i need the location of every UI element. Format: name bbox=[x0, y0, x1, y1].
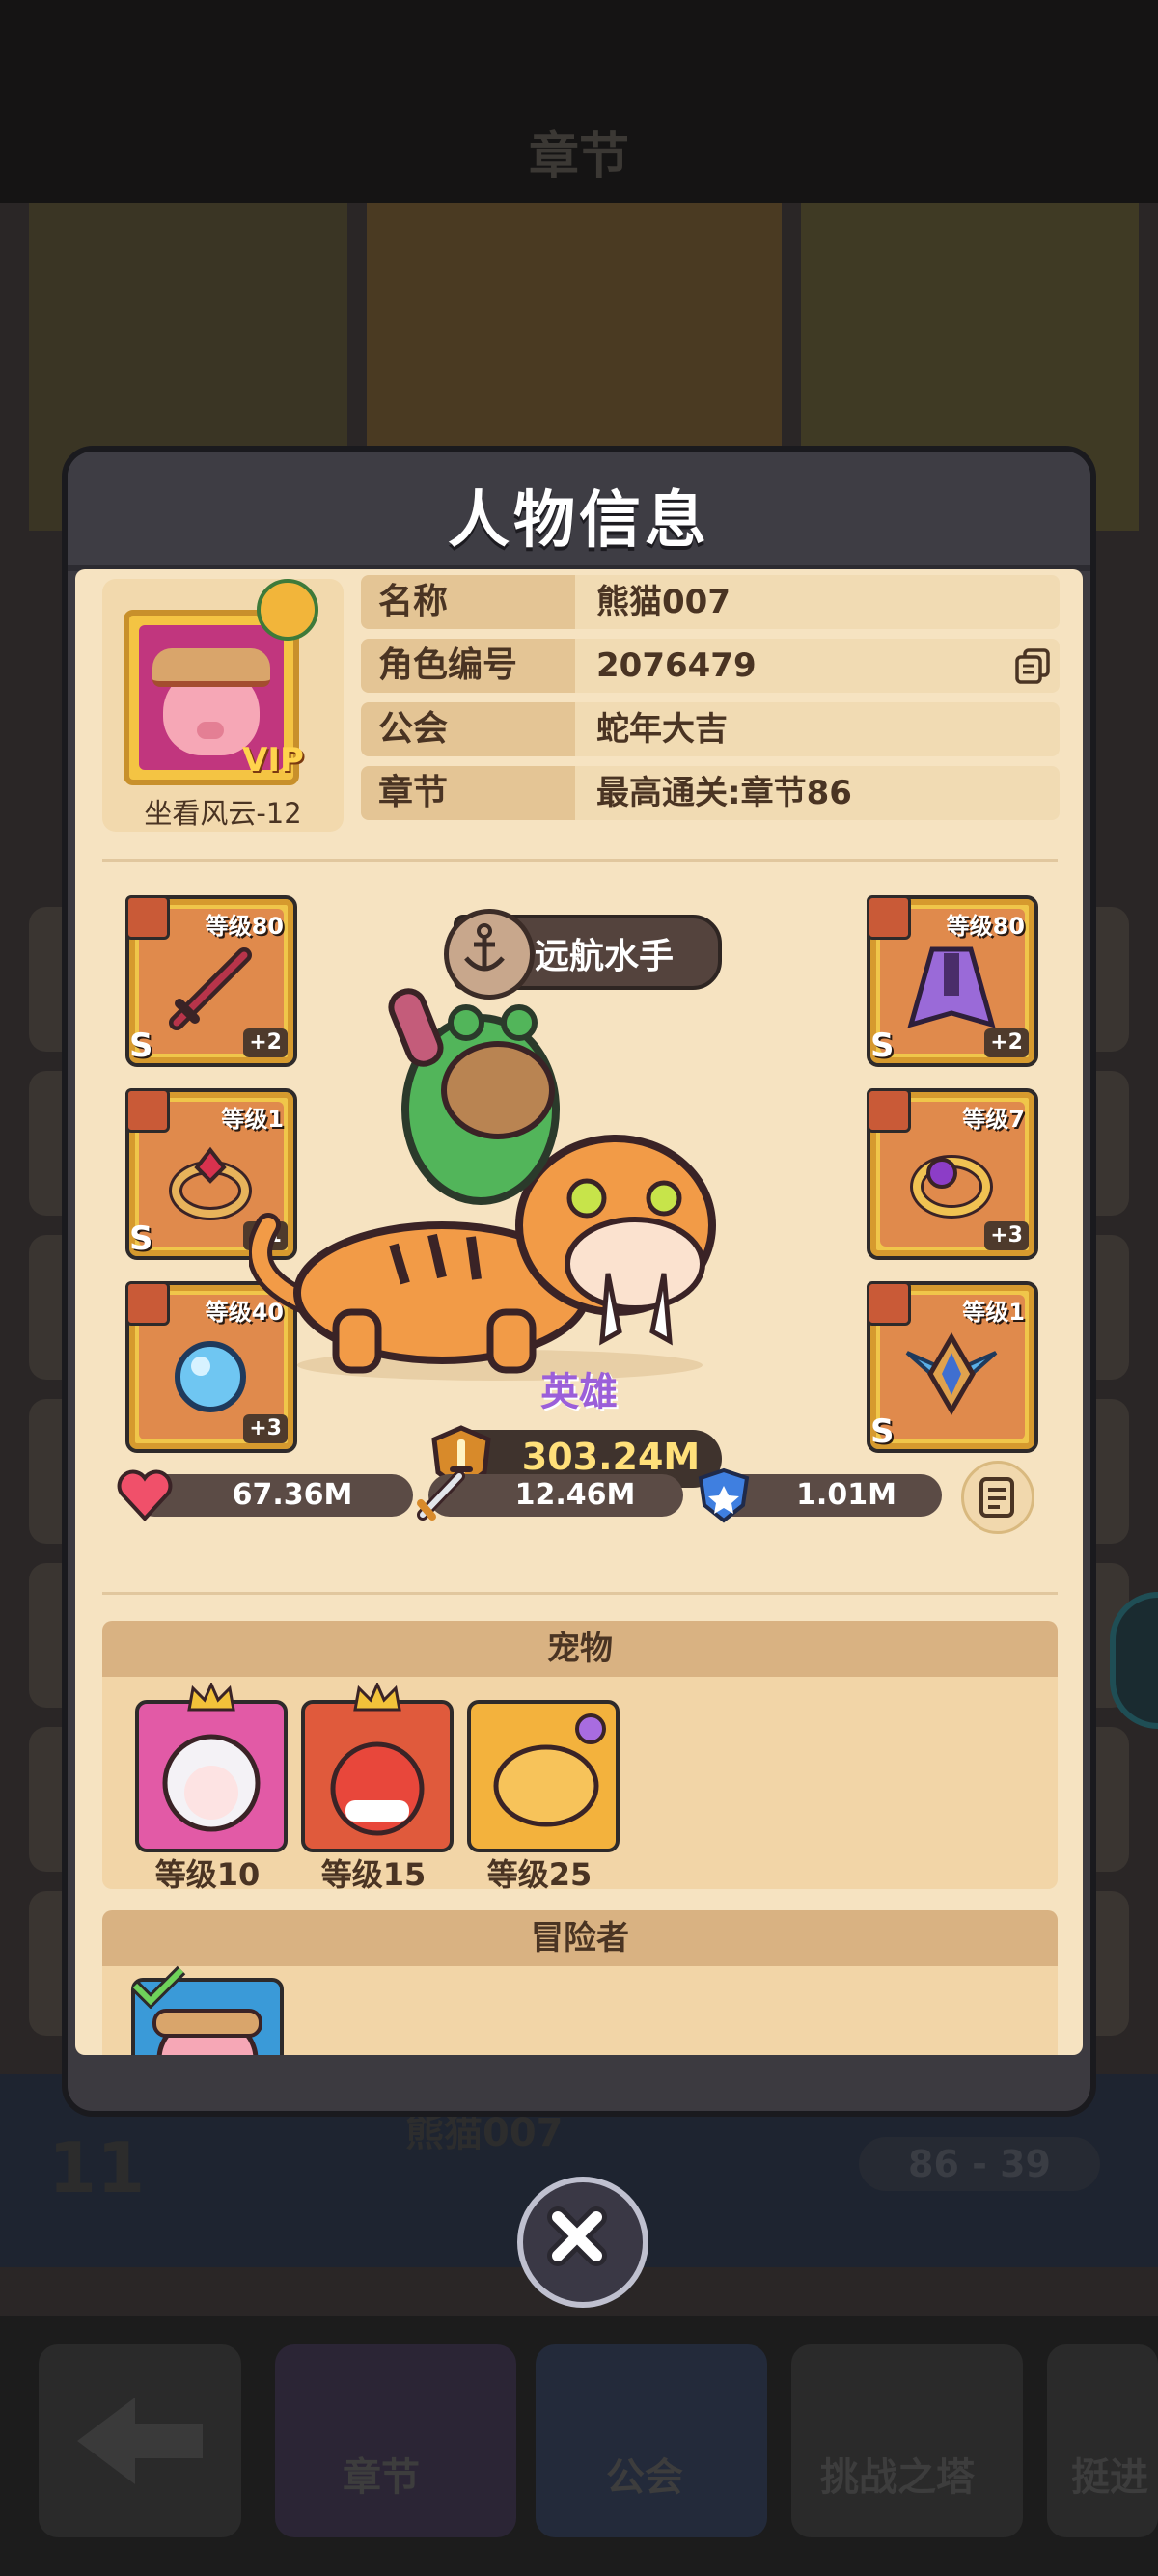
nav-tab-advance[interactable] bbox=[1047, 2344, 1158, 2537]
nav-label-guild: 公会 bbox=[606, 2455, 683, 2500]
emblem-slot-icon bbox=[867, 1281, 911, 1326]
pet-portrait bbox=[162, 1734, 261, 1832]
info-label: 章节 bbox=[361, 766, 575, 820]
nav-tab-guild[interactable] bbox=[536, 2344, 767, 2537]
flower-icon bbox=[257, 579, 318, 641]
dialog-content-panel: VIP 坐看风云-12 名称 熊猫007 角色编号 2076479 公会 蛇年大… bbox=[75, 569, 1083, 2055]
pet-portrait bbox=[330, 1741, 425, 1836]
pet-level: 等级25 bbox=[486, 1856, 593, 1893]
pet-slot[interactable] bbox=[467, 1700, 620, 1852]
title-badge-text: 远航水手 bbox=[535, 937, 675, 976]
hero-rarity-label: 英雄 bbox=[540, 1370, 618, 1414]
info-label: 名称 bbox=[361, 575, 575, 629]
back-arrow-icon bbox=[77, 2398, 203, 2484]
close-button[interactable] bbox=[517, 2177, 648, 2308]
shield-icon bbox=[698, 1467, 750, 1523]
equip-plus: +3 bbox=[243, 1414, 288, 1443]
equip-slot-ring[interactable]: 等级7 +3 bbox=[867, 1088, 1038, 1260]
info-row-chapter: 章节 最高通关:章节86 bbox=[361, 766, 1060, 820]
info-label: 角色编号 bbox=[361, 639, 575, 693]
equip-rank: S bbox=[129, 1027, 153, 1065]
check-icon bbox=[130, 1965, 186, 2009]
dialog-title: 人物信息 bbox=[448, 485, 710, 557]
nav-tab-tower[interactable] bbox=[791, 2344, 1023, 2537]
stat-hp: 67.36M bbox=[117, 1469, 413, 1521]
info-value: 熊猫007 bbox=[575, 575, 1060, 629]
side-event-button[interactable] bbox=[1110, 1592, 1158, 1729]
copy-icon[interactable] bbox=[1013, 646, 1052, 685]
background-screen-title: 章节 bbox=[528, 128, 629, 186]
info-row-name: 名称 熊猫007 bbox=[361, 575, 1060, 629]
sword-stat-icon bbox=[417, 1470, 465, 1521]
crown-icon bbox=[353, 1683, 401, 1712]
nav-label-advance: 挺进 bbox=[1071, 2455, 1148, 2500]
divider bbox=[102, 859, 1058, 862]
vip-badge: VIP bbox=[242, 741, 304, 780]
pet-portrait bbox=[493, 1713, 606, 1827]
nav-tab-chapter[interactable] bbox=[275, 2344, 516, 2537]
pet-level: 等级10 bbox=[154, 1856, 261, 1893]
adventurers-section-header: 冒险者 bbox=[102, 1910, 1058, 1966]
combat-power-value: 303.24M bbox=[521, 1436, 701, 1478]
equip-plus: +3 bbox=[984, 1221, 1029, 1250]
dialog-header: 人物信息 bbox=[68, 452, 1090, 571]
avatar-card[interactable]: VIP 坐看风云-12 bbox=[102, 579, 344, 832]
sword-icon bbox=[169, 947, 252, 1030]
weapon-slot-icon bbox=[125, 895, 170, 940]
info-value: 蛇年大吉 bbox=[575, 702, 1060, 756]
divider bbox=[102, 1592, 1058, 1595]
equip-level: 等级7 bbox=[962, 1106, 1025, 1133]
equip-level: 等级1 bbox=[962, 1299, 1025, 1326]
necklace-slot-icon bbox=[125, 1281, 170, 1326]
ring-slot-icon bbox=[125, 1088, 170, 1133]
hero-character bbox=[249, 988, 716, 1381]
nav-label-chapter: 章节 bbox=[343, 2455, 420, 2500]
ring-icon bbox=[169, 1146, 252, 1220]
stats-detail-button[interactable] bbox=[961, 1461, 1034, 1534]
pet-slot[interactable] bbox=[301, 1683, 454, 1852]
info-row-guild: 公会 蛇年大吉 bbox=[361, 702, 1060, 756]
close-icon bbox=[547, 2206, 607, 2266]
equip-rank: S bbox=[129, 1219, 153, 1258]
pet-slot[interactable] bbox=[135, 1683, 288, 1852]
stat-defense: 1.01M bbox=[698, 1467, 942, 1523]
equip-level: 等级80 bbox=[205, 913, 284, 940]
avatar-frame-name: 坐看风云-12 bbox=[144, 797, 302, 830]
equip-level: 等级80 bbox=[946, 913, 1025, 940]
info-value: 2076479 bbox=[575, 639, 1060, 693]
back-button[interactable] bbox=[39, 2344, 241, 2537]
character-title-badge[interactable]: 远航水手 bbox=[444, 909, 722, 1000]
cape-icon bbox=[907, 946, 996, 1028]
stat-attack: 12.46M bbox=[417, 1470, 683, 1521]
pet-level: 等级15 bbox=[320, 1856, 427, 1893]
info-label: 公会 bbox=[361, 702, 575, 756]
crown-icon bbox=[187, 1683, 235, 1712]
equip-slot-armor[interactable]: 等级80 S +2 bbox=[867, 895, 1038, 1067]
nav-label-tower: 挑战之塔 bbox=[820, 2455, 975, 2500]
ring-icon bbox=[910, 1155, 993, 1219]
list-icon bbox=[979, 1477, 1014, 1518]
equip-plus: +2 bbox=[984, 1028, 1029, 1057]
armor-slot-icon bbox=[867, 895, 911, 940]
background-score: 86 - 39 bbox=[859, 2137, 1100, 2191]
info-value: 最高通关:章节86 bbox=[575, 766, 1060, 820]
heart-icon bbox=[117, 1469, 173, 1521]
equip-rank: S bbox=[870, 1027, 895, 1065]
adventurer-slot[interactable] bbox=[130, 1965, 284, 2055]
background-rank-number: 11 bbox=[48, 2127, 146, 2208]
equip-rank: S bbox=[870, 1412, 895, 1451]
ring-slot-icon bbox=[867, 1088, 911, 1133]
pets-section-header: 宠物 bbox=[102, 1621, 1058, 1677]
info-row-role-id: 角色编号 2076479 bbox=[361, 639, 1060, 693]
